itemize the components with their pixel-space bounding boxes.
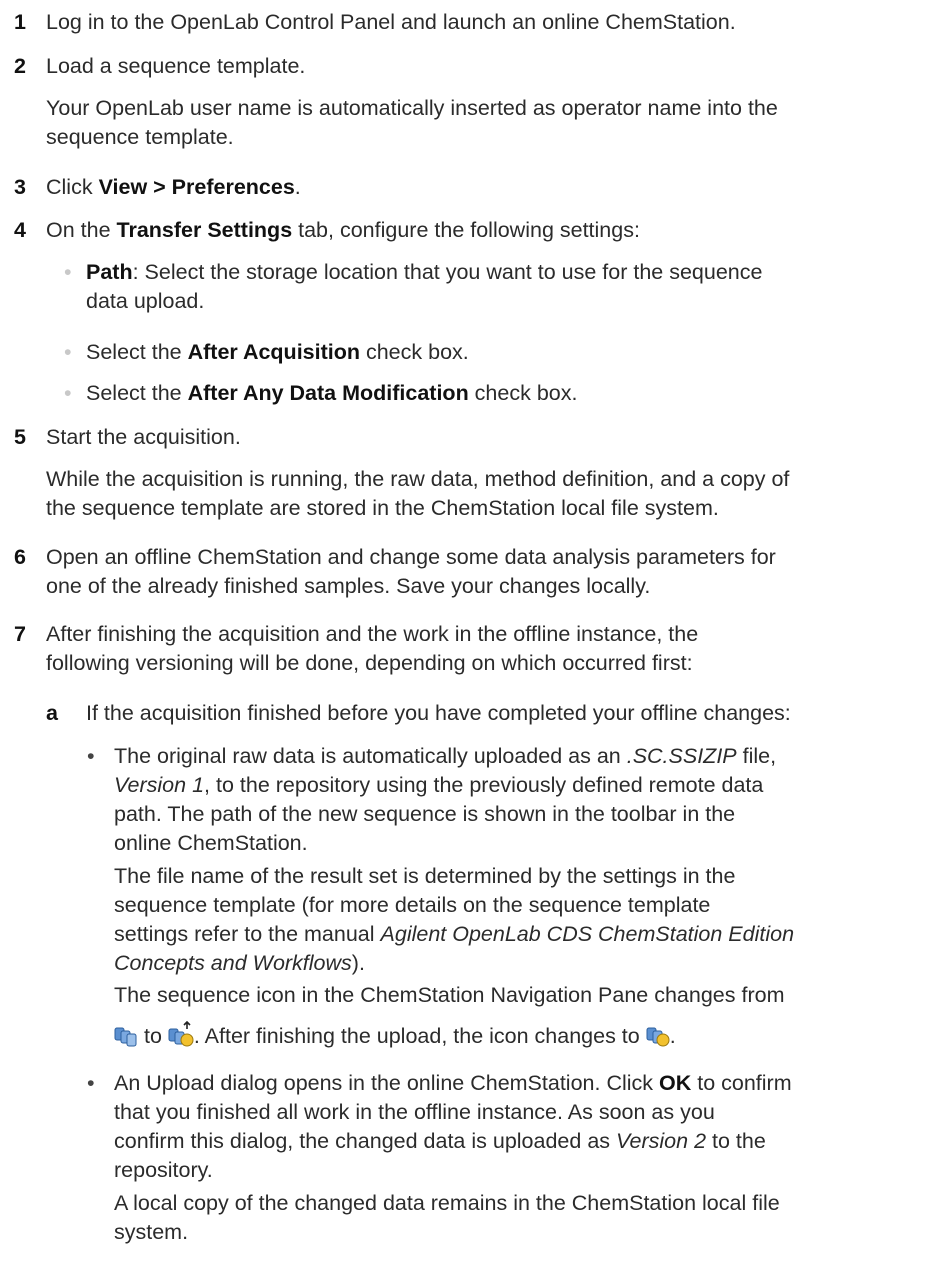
bullet-marker: • bbox=[87, 744, 95, 768]
step-number: 4 bbox=[14, 218, 26, 242]
substep-text: If the acquisition finished before you h… bbox=[86, 701, 791, 725]
step-text: Start the acquisition. bbox=[46, 425, 241, 449]
step-text: Open an offline ChemStation and change s… bbox=[46, 545, 776, 598]
bullet-text: Select the After Any Data Modification c… bbox=[86, 381, 578, 405]
bullet-text: Path: Select the storage location that y… bbox=[86, 260, 763, 313]
sequence-uploading-icon bbox=[168, 1020, 194, 1055]
bullet-text: Select the After Acquisition check box. bbox=[86, 340, 469, 364]
step-number: 1 bbox=[14, 10, 26, 34]
bullet-marker: • bbox=[64, 381, 72, 405]
paragraph: The sequence icon in the ChemStation Nav… bbox=[114, 981, 944, 1055]
step-number: 7 bbox=[14, 622, 26, 646]
step-text: On the Transfer Settings tab, configure … bbox=[46, 218, 640, 242]
step-text: After finishing the acquisition and the … bbox=[46, 622, 699, 675]
paragraph: A local copy of the changed data remains… bbox=[114, 1191, 780, 1244]
bullet-marker: • bbox=[64, 340, 72, 364]
paragraph: The file name of the result set is deter… bbox=[114, 864, 795, 975]
step-number: 6 bbox=[14, 545, 26, 569]
substep-letter: a bbox=[46, 701, 58, 725]
bullet-text: The original raw data is automatically u… bbox=[114, 744, 777, 855]
step-note: Your OpenLab user name is automatically … bbox=[46, 96, 778, 149]
step-text: Click View > Preferences. bbox=[46, 175, 301, 199]
step-text: Load a sequence template. bbox=[46, 54, 306, 78]
step-note: While the acquisition is running, the ra… bbox=[46, 467, 790, 520]
step-number: 3 bbox=[14, 175, 26, 199]
step-number: 2 bbox=[14, 54, 26, 78]
bullet-marker: • bbox=[64, 260, 72, 284]
step-text: Log in to the OpenLab Control Panel and … bbox=[46, 10, 736, 34]
bullet-text: An Upload dialog opens in the online Che… bbox=[114, 1071, 792, 1182]
sequence-uploaded-icon bbox=[646, 1025, 670, 1055]
step-number: 5 bbox=[14, 425, 26, 449]
bullet-marker: • bbox=[87, 1071, 95, 1095]
sequence-icon bbox=[114, 1025, 138, 1055]
